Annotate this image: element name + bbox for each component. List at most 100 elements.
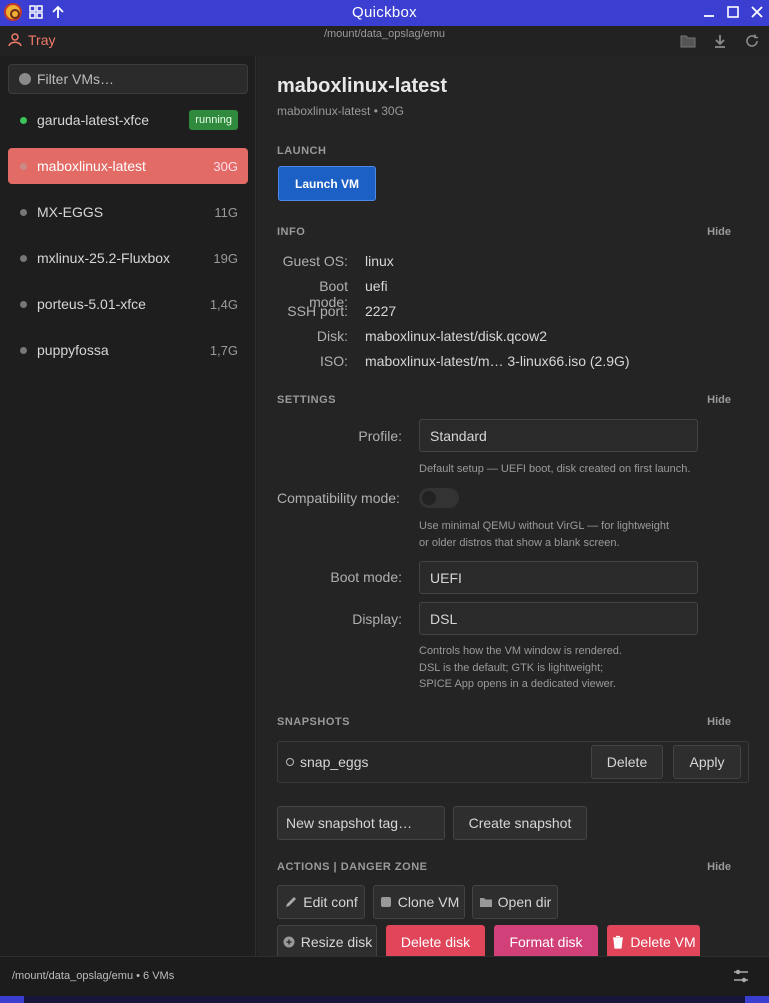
snapshots-section-label: SNAPSHOTS <box>277 716 350 728</box>
delete-vm-button[interactable]: Delete VM <box>607 925 700 959</box>
boot-mode-label: Boot mode: <box>330 569 402 585</box>
delete-disk-button[interactable]: Delete disk <box>386 925 485 959</box>
radio-icon <box>286 758 294 766</box>
close-icon[interactable] <box>749 4 765 20</box>
info-value: maboxlinux-latest/m… 3-linux66.iso (2.9G… <box>365 353 630 369</box>
status-text: /mount/data_opslag/emu • 6 VMs <box>12 970 175 982</box>
actions-section-label: ACTIONS | DANGER ZONE <box>277 861 428 873</box>
compatibility-toggle[interactable] <box>419 488 459 508</box>
open-dir-button[interactable]: Open dir <box>472 885 558 919</box>
snapshot-item[interactable]: snap_eggs <box>286 754 369 770</box>
top-toolbar: Tray /mount/data_opslag/emu <box>0 26 769 56</box>
profile-select[interactable]: Standard <box>419 419 698 452</box>
pencil-icon <box>286 897 297 907</box>
launch-section-label: LAUNCH <box>277 145 327 157</box>
minimize-icon[interactable] <box>701 4 717 20</box>
settings-hide-link[interactable]: Hide <box>707 394 731 406</box>
button-label: Clone VM <box>397 894 460 910</box>
vm-item-garuda[interactable]: garuda-latest-xfce running <box>8 102 248 138</box>
display-select[interactable]: DSL <box>419 602 698 635</box>
hint-line: Use minimal QEMU without VirGL — for lig… <box>419 520 670 532</box>
info-hide-link[interactable]: Hide <box>707 226 731 238</box>
new-snapshot-input[interactable]: New snapshot tag… <box>277 806 445 840</box>
page-subtitle: maboxlinux-latest • 30G <box>277 104 404 118</box>
edit-conf-button[interactable]: Edit conf <box>277 885 365 919</box>
profile-hint: Default setup — UEFI boot, disk created … <box>419 463 691 475</box>
stopped-status-icon <box>20 254 27 262</box>
filter-input[interactable]: Filter VMs… <box>8 64 248 94</box>
vm-item-puppyfossa[interactable]: puppyfossa 1,7G <box>8 332 248 368</box>
vm-item-porteus[interactable]: porteus-5.01-xfce 1,4G <box>8 286 248 322</box>
profile-value: Standard <box>430 427 487 444</box>
download-icon[interactable] <box>711 32 729 50</box>
refresh-icon[interactable] <box>743 32 761 50</box>
launch-vm-button[interactable]: Launch VM <box>278 166 376 201</box>
vm-size: 1,4G <box>209 296 238 312</box>
folder-icon <box>479 898 492 907</box>
vm-detail-panel: maboxlinux-latest maboxlinux-latest • 30… <box>257 56 769 959</box>
vm-size: 1,7G <box>209 342 238 358</box>
snapshot-delete-button[interactable]: Delete <box>591 745 663 779</box>
hint-line: or older distros that show a blank scree… <box>419 536 620 549</box>
hint-line: Controls how the VM window is rendered. <box>419 645 622 657</box>
running-status-icon <box>20 116 27 124</box>
vm-name: garuda-latest-xfce <box>37 112 150 128</box>
clone-vm-button[interactable]: Clone VM <box>373 885 465 919</box>
vm-size: 30G <box>213 158 238 174</box>
display-hint: Controls how the VM window is rendered. … <box>419 643 622 693</box>
stopped-status-icon <box>20 208 27 216</box>
compatibility-label: Compatibility mode: <box>277 490 400 506</box>
vm-item-maboxlinux[interactable]: maboxlinux-latest 30G <box>8 148 248 184</box>
profile-label: Profile: <box>358 428 402 444</box>
window-title: Quickbox <box>352 4 417 21</box>
actions-hide-link[interactable]: Hide <box>707 861 731 873</box>
title-bar: Quickbox <box>0 0 769 26</box>
vm-size: 19G <box>213 250 238 266</box>
vm-list: garuda-latest-xfce running maboxlinux-la… <box>8 102 248 378</box>
button-label: Open dir <box>497 894 552 910</box>
snapshot-row: snap_eggs Delete Apply <box>277 741 749 783</box>
resize-disk-button[interactable]: Resize disk <box>277 925 377 959</box>
vm-name: puppyfossa <box>37 342 109 358</box>
snapshots-hide-link[interactable]: Hide <box>707 716 731 728</box>
info-value: maboxlinux-latest/disk.qcow2 <box>365 328 548 344</box>
format-disk-button[interactable]: Format disk <box>494 925 598 959</box>
vm-name: MX-EGGS <box>37 204 104 220</box>
bottom-strip <box>0 996 769 1003</box>
create-snapshot-button[interactable]: Create snapshot <box>453 806 587 840</box>
copy-icon <box>380 897 391 907</box>
stopped-status-icon <box>20 162 27 170</box>
zoom-icon <box>283 936 295 948</box>
info-key: ISO: <box>319 353 348 369</box>
snapshot-apply-button[interactable]: Apply <box>673 745 741 779</box>
display-label: Display: <box>352 611 402 627</box>
stopped-status-icon <box>20 346 27 354</box>
new-snapshot-placeholder: New snapshot tag… <box>286 815 413 831</box>
vm-name: maboxlinux-latest <box>37 158 146 174</box>
vm-name: porteus-5.01-xfce <box>37 296 146 312</box>
info-value: 2227 <box>365 303 397 319</box>
info-key: Disk: <box>316 328 348 344</box>
info-value: linux <box>365 253 394 269</box>
stopped-status-icon <box>20 300 27 308</box>
settings-sliders-icon[interactable] <box>733 969 749 988</box>
button-label: Delete VM <box>630 934 696 950</box>
info-key: Guest OS: <box>282 253 348 269</box>
boot-mode-value: UEFI <box>430 569 462 586</box>
vm-name: mxlinux-25.2-Fluxbox <box>37 250 171 266</box>
folder-icon[interactable] <box>679 32 697 50</box>
maximize-icon[interactable] <box>725 4 741 20</box>
status-bar: /mount/data_opslag/emu • 6 VMs <box>0 956 769 996</box>
vm-sidebar: Filter VMs… garuda-latest-xfce running m… <box>0 56 256 956</box>
vm-item-mxlinux[interactable]: mxlinux-25.2-Fluxbox 19G <box>8 240 248 276</box>
boot-mode-select[interactable]: UEFI <box>419 561 698 594</box>
filter-placeholder: Filter VMs… <box>37 71 114 87</box>
vm-item-mx-eggs[interactable]: MX-EGGS 11G <box>8 194 248 230</box>
hint-line: SPICE App opens in a dedicated viewer. <box>419 678 616 690</box>
status-badge: running <box>189 110 238 130</box>
display-value: DSL <box>430 610 458 627</box>
search-icon <box>19 73 31 85</box>
compatibility-hint: Use minimal QEMU without VirGL — for lig… <box>419 518 669 551</box>
page-title: maboxlinux-latest <box>277 75 448 97</box>
snapshot-name: snap_eggs <box>300 754 369 770</box>
